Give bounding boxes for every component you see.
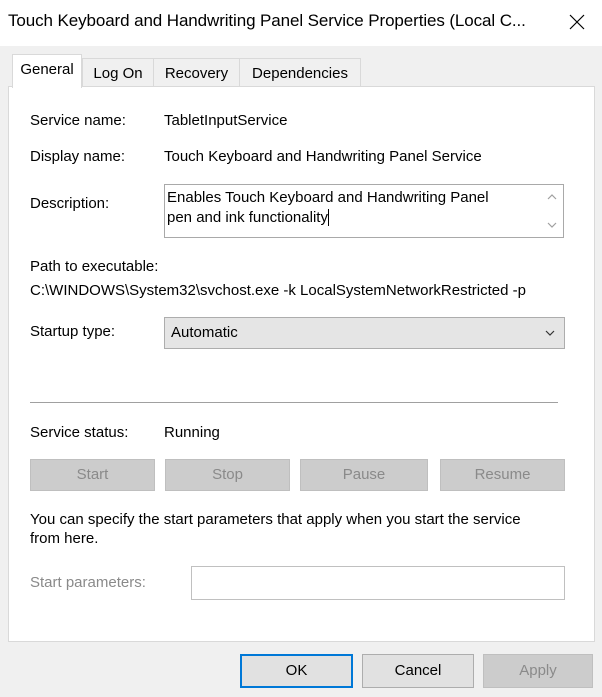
tab-recovery[interactable]: Recovery (153, 58, 240, 88)
tab-label: General (20, 61, 74, 78)
path-value: C:\WINDOWS\System32\svchost.exe -k Local… (30, 282, 526, 299)
apply-button[interactable]: Apply (483, 654, 593, 688)
description-text: Enables Touch Keyboard and Handwriting P… (167, 188, 537, 228)
tab-general[interactable]: General (12, 54, 82, 88)
description-line: Enables Touch Keyboard and Handwriting P… (167, 189, 489, 206)
description-line: pen and ink functionality (167, 209, 329, 226)
display-name-label: Display name: (30, 148, 126, 165)
tab-log-on[interactable]: Log On (82, 58, 154, 88)
help-text-line: You can specify the start parameters tha… (30, 511, 521, 528)
service-name-label: Service name: (30, 112, 126, 129)
ok-button[interactable]: OK (240, 654, 353, 688)
service-name-value: TabletInputService (164, 112, 288, 129)
start-parameters-input[interactable] (191, 566, 565, 600)
pause-button[interactable]: Pause (300, 459, 428, 491)
path-label: Path to executable: (30, 258, 159, 275)
description-label: Description: (30, 195, 110, 212)
scroll-up-icon[interactable] (545, 190, 559, 204)
description-textbox[interactable]: Enables Touch Keyboard and Handwriting P… (164, 184, 564, 238)
start-parameters-label: Start parameters: (30, 574, 146, 591)
startup-type-label: Startup type: (30, 323, 116, 340)
scroll-down-icon[interactable] (545, 218, 559, 232)
resume-button[interactable]: Resume (440, 459, 565, 491)
window-title: Touch Keyboard and Handwriting Panel Ser… (8, 11, 526, 30)
service-status-label: Service status: (30, 424, 129, 441)
startup-type-select[interactable]: Automatic (164, 317, 565, 349)
close-icon (569, 14, 585, 30)
startup-type-value: Automatic (171, 324, 238, 341)
tab-dependencies[interactable]: Dependencies (239, 58, 361, 88)
display-name-value: Touch Keyboard and Handwriting Panel Ser… (164, 148, 482, 165)
divider (30, 402, 558, 403)
close-button[interactable] (554, 2, 600, 42)
title-bar: Touch Keyboard and Handwriting Panel Ser… (0, 0, 602, 46)
start-button[interactable]: Start (30, 459, 155, 491)
tab-label: Recovery (164, 65, 229, 82)
tab-label: Dependencies (252, 65, 348, 82)
service-status-value: Running (164, 424, 220, 441)
tab-label: Log On (93, 65, 143, 82)
cancel-button[interactable]: Cancel (362, 654, 474, 688)
help-text-line: from here. (30, 530, 99, 547)
stop-button[interactable]: Stop (165, 459, 290, 491)
chevron-down-icon (545, 330, 555, 336)
general-panel (8, 86, 595, 642)
